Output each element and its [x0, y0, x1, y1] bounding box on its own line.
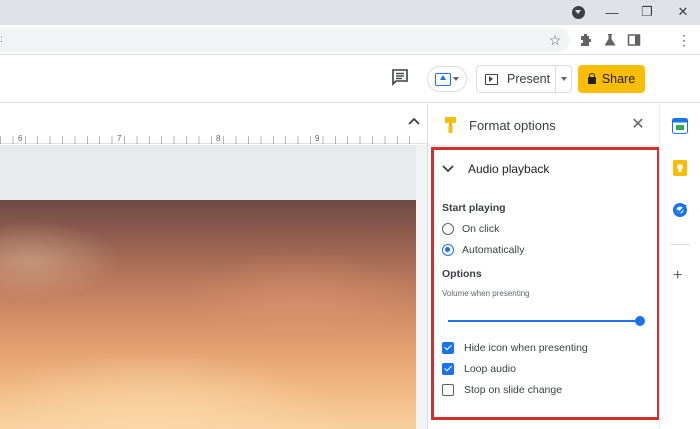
radio-button-selected[interactable]: [442, 244, 454, 256]
share-button[interactable]: Share: [578, 65, 645, 93]
extensions-icon[interactable]: [576, 30, 596, 50]
panel-header: Format options ✕: [428, 104, 660, 146]
checkbox-stop-on-slide-change[interactable]: Stop on slide change: [442, 384, 562, 396]
volume-slider-thumb[interactable]: [635, 316, 645, 326]
panel-title: Format options: [469, 118, 556, 133]
browser-toolbar: : ☆ ⋮: [0, 25, 700, 55]
chevron-down-icon: [453, 77, 459, 81]
slides-header: Present Share: [0, 56, 700, 103]
comment-history-icon[interactable]: [391, 68, 411, 88]
horizontal-ruler: 6 7 8 9: [0, 104, 427, 144]
present-dropdown-button[interactable]: [555, 65, 572, 93]
checkbox-label: Hide icon when presenting: [464, 342, 588, 354]
calendar-icon[interactable]: [672, 118, 688, 134]
chevron-down-icon: [442, 165, 454, 173]
browser-title-bar: — ❐ ✕: [0, 0, 700, 25]
radio-automatically[interactable]: Automatically: [442, 244, 524, 256]
present-to-meeting-button[interactable]: [427, 66, 467, 92]
paint-format-icon: [445, 117, 456, 133]
radio-label: On click: [462, 223, 500, 235]
ruler-ticks: [0, 136, 410, 144]
minimize-button[interactable]: —: [601, 2, 623, 22]
side-addons-strip: +: [659, 104, 700, 429]
star-icon[interactable]: ☆: [545, 30, 565, 50]
checkbox-unchecked[interactable]: [442, 384, 454, 396]
section-title: Audio playback: [468, 162, 550, 176]
lock-icon: [587, 73, 596, 84]
chevron-up-icon[interactable]: [408, 112, 422, 126]
checkbox-hide-icon[interactable]: Hide icon when presenting: [442, 342, 588, 354]
play-icon: [485, 73, 498, 85]
profile-icon[interactable]: [572, 6, 585, 19]
addon-divider: [670, 244, 690, 245]
volume-label: Volume when presenting: [442, 289, 530, 298]
radio-on-click[interactable]: On click: [442, 223, 499, 235]
menu-icon[interactable]: ⋮: [674, 30, 694, 50]
restore-icon: ❐: [641, 4, 653, 19]
radio-button[interactable]: [442, 223, 454, 235]
ruler-mark: 6: [17, 134, 24, 143]
close-icon: ✕: [677, 4, 689, 19]
checkbox-label: Stop on slide change: [464, 384, 563, 396]
address-bar-edge: :: [0, 34, 3, 45]
minimize-icon: —: [605, 4, 619, 20]
ruler-mark: 9: [314, 134, 321, 143]
close-panel-icon[interactable]: ✕: [631, 117, 645, 133]
add-addon-icon[interactable]: +: [673, 268, 682, 284]
sunset-sky-image[interactable]: [0, 200, 416, 429]
present-button[interactable]: Present: [476, 65, 556, 93]
checkbox-checked[interactable]: [442, 342, 454, 354]
options-label: Options: [442, 268, 482, 280]
checkbox-label: Loop audio: [464, 363, 516, 375]
audio-playback-header[interactable]: Audio playback: [442, 162, 549, 176]
volume-slider-track[interactable]: [448, 320, 641, 322]
share-label: Share: [601, 72, 636, 86]
close-window-button[interactable]: ✕: [672, 2, 694, 22]
present-screen-icon: [435, 72, 451, 86]
checkbox-checked[interactable]: [442, 363, 454, 375]
canvas-scrollbar[interactable]: [416, 145, 427, 429]
highlight-box: [431, 147, 660, 420]
checkbox-loop-audio[interactable]: Loop audio: [442, 363, 516, 375]
chevron-down-icon: [560, 77, 567, 81]
ruler-mark: 7: [116, 134, 123, 143]
restore-button[interactable]: ❐: [636, 2, 658, 22]
tasks-icon[interactable]: [672, 202, 688, 218]
address-bar[interactable]: : ☆: [0, 28, 570, 52]
keep-icon[interactable]: [672, 160, 688, 176]
ruler-mark: 8: [215, 134, 222, 143]
start-playing-label: Start playing: [442, 202, 506, 214]
present-label: Present: [507, 72, 551, 86]
format-options-panel: Format options ✕ Audio playback Start pl…: [427, 104, 660, 429]
labs-icon[interactable]: [600, 30, 620, 50]
side-panel-icon[interactable]: [624, 30, 644, 50]
radio-label: Automatically: [462, 244, 525, 256]
